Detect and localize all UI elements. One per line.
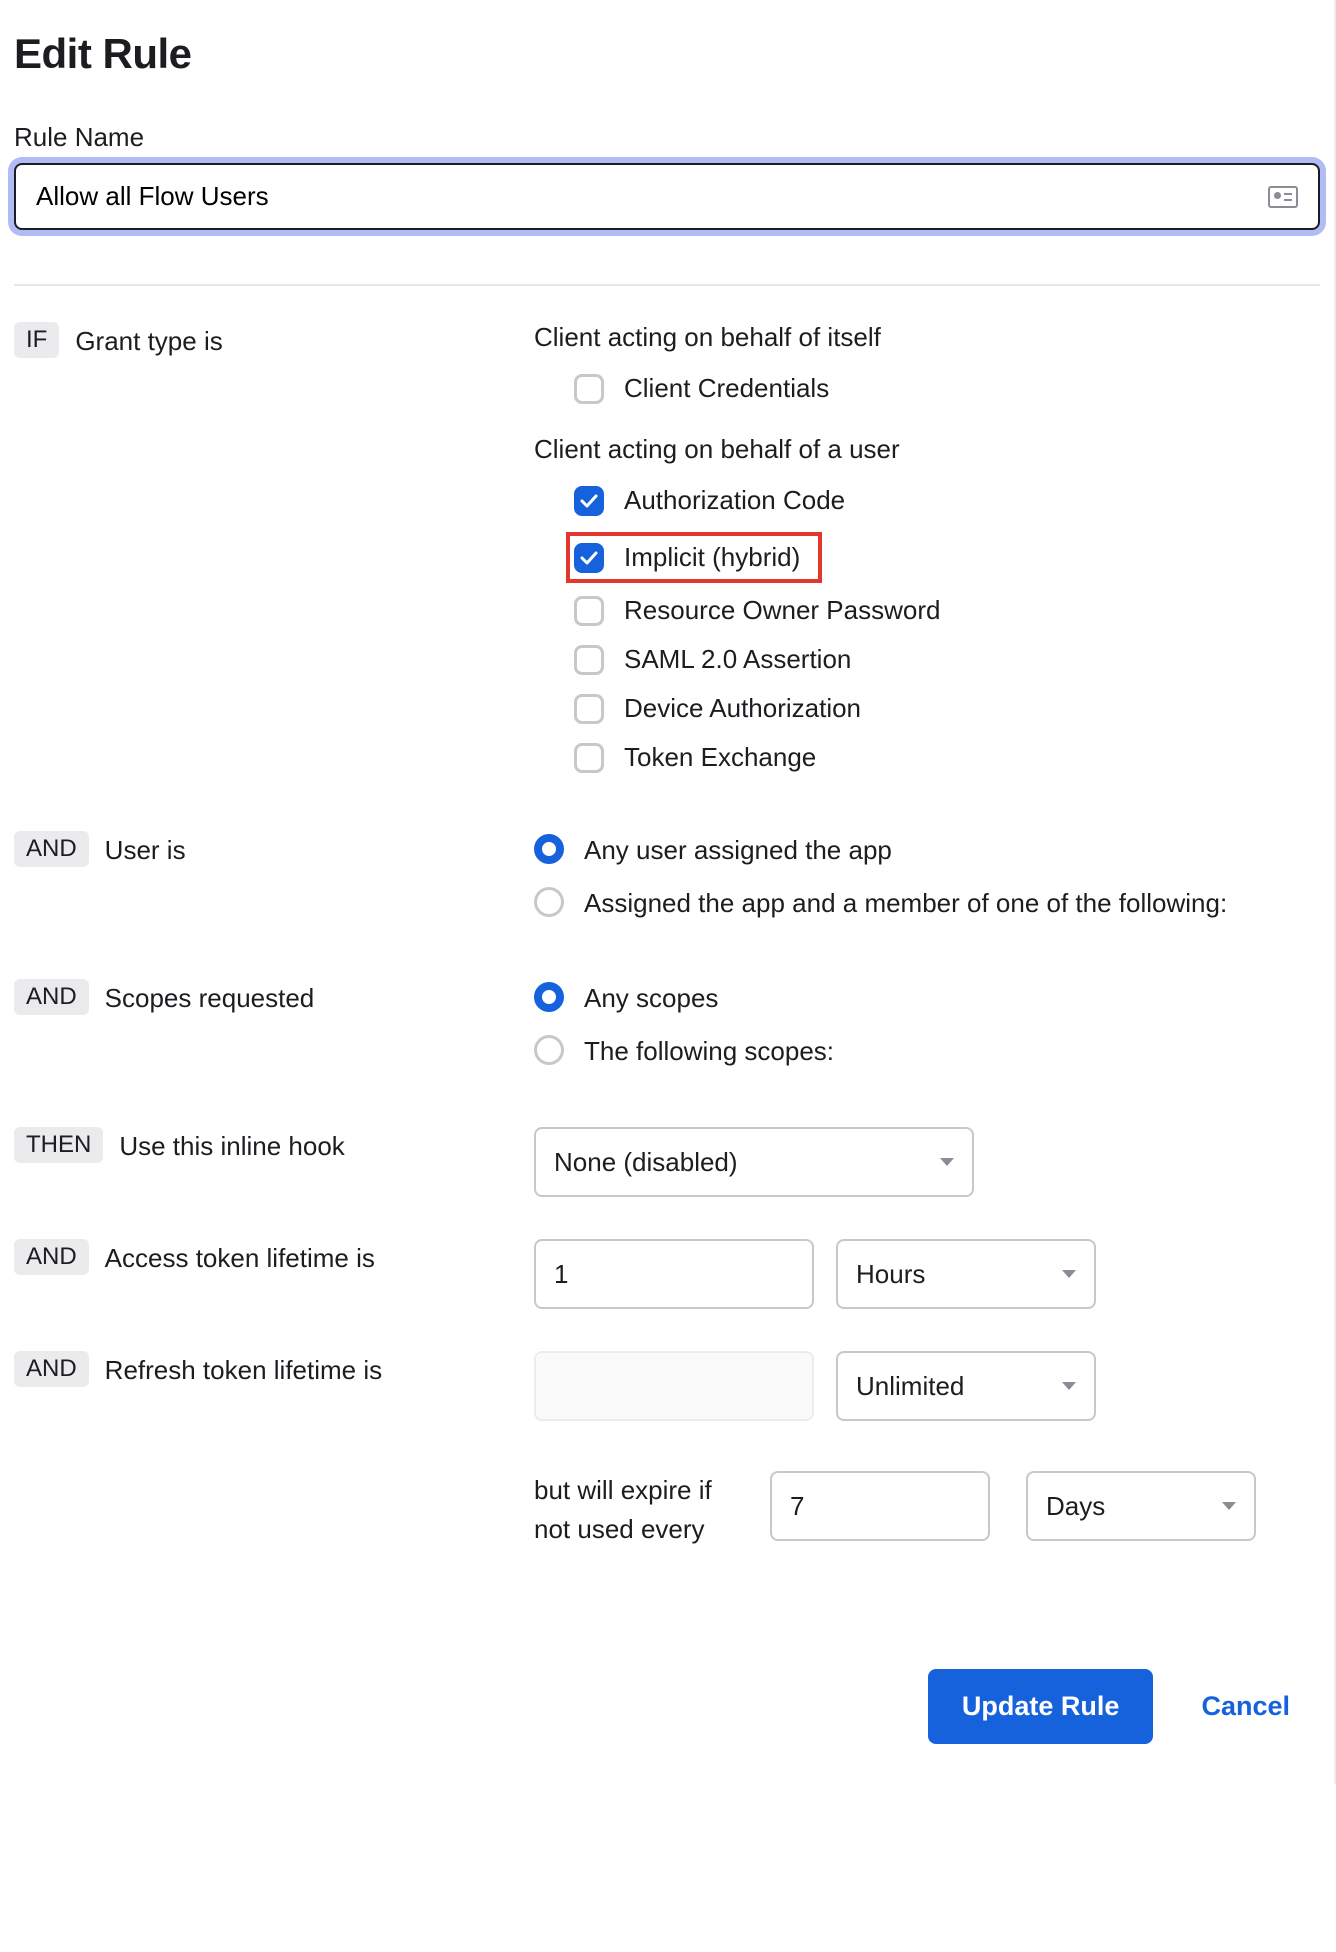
radio-label: Any user assigned the app xyxy=(584,831,892,870)
divider xyxy=(14,284,1320,286)
checkbox-label: SAML 2.0 Assertion xyxy=(624,644,851,675)
user-is-label: User is xyxy=(105,831,186,866)
radio-label: Assigned the app and a member of one of … xyxy=(584,884,1227,923)
refresh-token-label: Refresh token lifetime is xyxy=(105,1351,382,1386)
input-value: 7 xyxy=(790,1491,804,1522)
grant-group-self-heading: Client acting on behalf of itself xyxy=(534,322,1320,353)
radio-any-user[interactable] xyxy=(534,834,564,864)
chevron-down-icon xyxy=(940,1158,954,1166)
radio-label: Any scopes xyxy=(584,979,718,1018)
radio-following-scopes[interactable] xyxy=(534,1035,564,1065)
checkbox-client-credentials[interactable] xyxy=(574,374,604,404)
update-rule-button[interactable]: Update Rule xyxy=(928,1669,1154,1744)
grant-type-label: Grant type is xyxy=(75,322,222,357)
checkbox-token-exchange[interactable] xyxy=(574,743,604,773)
access-token-label: Access token lifetime is xyxy=(105,1239,375,1274)
inline-hook-label: Use this inline hook xyxy=(119,1127,344,1162)
refresh-token-unit-select[interactable]: Unlimited xyxy=(836,1351,1096,1421)
checkbox-label: Token Exchange xyxy=(624,742,816,773)
refresh-token-value-input[interactable] xyxy=(534,1351,814,1421)
checkbox-label: Implicit (hybrid) xyxy=(624,542,800,573)
checkbox-label: Client Credentials xyxy=(624,373,829,404)
expire-label: but will expire if not used every xyxy=(534,1471,734,1549)
checkbox-label: Device Authorization xyxy=(624,693,861,724)
expire-unit-select[interactable]: Days xyxy=(1026,1471,1256,1541)
condition-tag-and: AND xyxy=(14,979,89,1015)
checkbox-device-authorization[interactable] xyxy=(574,694,604,724)
select-value: None (disabled) xyxy=(554,1147,738,1178)
access-token-value-input[interactable]: 1 xyxy=(534,1239,814,1309)
grant-group-user-heading: Client acting on behalf of a user xyxy=(534,434,1320,465)
checkbox-saml-assertion[interactable] xyxy=(574,645,604,675)
scopes-label: Scopes requested xyxy=(105,979,315,1014)
condition-tag-if: IF xyxy=(14,322,59,358)
checkbox-label: Authorization Code xyxy=(624,485,845,516)
checkbox-resource-owner-password[interactable] xyxy=(574,596,604,626)
radio-member-of[interactable] xyxy=(534,887,564,917)
select-value: Unlimited xyxy=(856,1371,964,1402)
input-value: 1 xyxy=(554,1259,568,1290)
chevron-down-icon xyxy=(1062,1270,1076,1278)
contact-card-icon xyxy=(1268,186,1298,208)
checkbox-implicit-hybrid[interactable] xyxy=(574,543,604,573)
implicit-hybrid-highlight: Implicit (hybrid) xyxy=(566,532,822,583)
checkbox-authorization-code[interactable] xyxy=(574,486,604,516)
rule-name-label: Rule Name xyxy=(14,122,1320,153)
radio-label: The following scopes: xyxy=(584,1032,834,1071)
condition-tag-and: AND xyxy=(14,831,89,867)
select-value: Hours xyxy=(856,1259,925,1290)
page-title: Edit Rule xyxy=(14,30,1320,78)
chevron-down-icon xyxy=(1222,1502,1236,1510)
rule-name-input[interactable] xyxy=(14,163,1320,230)
condition-tag-then: THEN xyxy=(14,1127,103,1163)
cancel-button[interactable]: Cancel xyxy=(1201,1691,1290,1722)
inline-hook-select[interactable]: None (disabled) xyxy=(534,1127,974,1197)
select-value: Days xyxy=(1046,1491,1105,1522)
condition-tag-and: AND xyxy=(14,1239,89,1275)
access-token-unit-select[interactable]: Hours xyxy=(836,1239,1096,1309)
radio-any-scopes[interactable] xyxy=(534,982,564,1012)
checkbox-label: Resource Owner Password xyxy=(624,595,940,626)
condition-tag-and: AND xyxy=(14,1351,89,1387)
expire-value-input[interactable]: 7 xyxy=(770,1471,990,1541)
chevron-down-icon xyxy=(1062,1382,1076,1390)
